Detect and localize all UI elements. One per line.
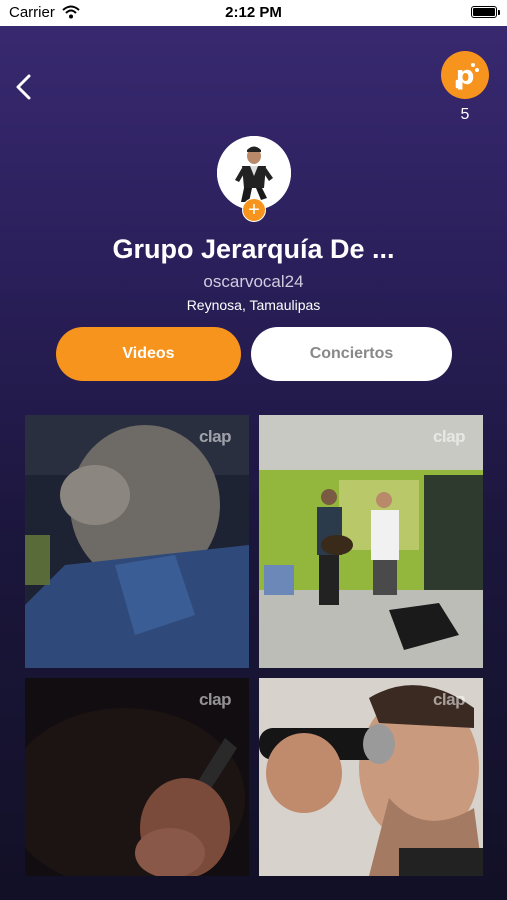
clap-points-icon: p [456,61,479,91]
clap-watermark: clap [198,690,232,709]
profile-location: Reynosa, Tamaulipas [186,297,321,313]
chevron-left-icon [16,74,31,100]
tab-videos[interactable]: Videos [56,327,241,381]
video-thumbnail[interactable]: clap [259,678,483,876]
video-still-duo-performing [259,415,483,668]
profile-name: Grupo Jerarquía De ... [112,234,395,264]
profile-avatar[interactable]: + [217,136,291,222]
points-button[interactable]: p [441,51,489,99]
follow-add-button[interactable]: + [242,198,266,222]
clap-watermark: clap [432,427,466,446]
video-thumbnail[interactable]: clap [25,678,249,876]
tab-conciertos[interactable]: Conciertos [251,327,452,381]
video-thumbnail[interactable]: clap [259,415,483,668]
plus-icon: + [248,199,260,221]
back-button[interactable] [12,72,36,102]
profile-username: oscarvocal24 [203,272,304,291]
points-count: 5 [460,106,470,123]
video-thumbnail[interactable]: clap [25,415,249,668]
clap-watermark: clap [432,690,466,709]
status-bar: Carrier 2:12 PM [0,0,507,26]
video-still-singer-closeup [25,415,249,668]
clock: 2:12 PM [225,4,282,21]
clap-watermark: clap [198,427,232,446]
battery-icon [471,6,500,18]
